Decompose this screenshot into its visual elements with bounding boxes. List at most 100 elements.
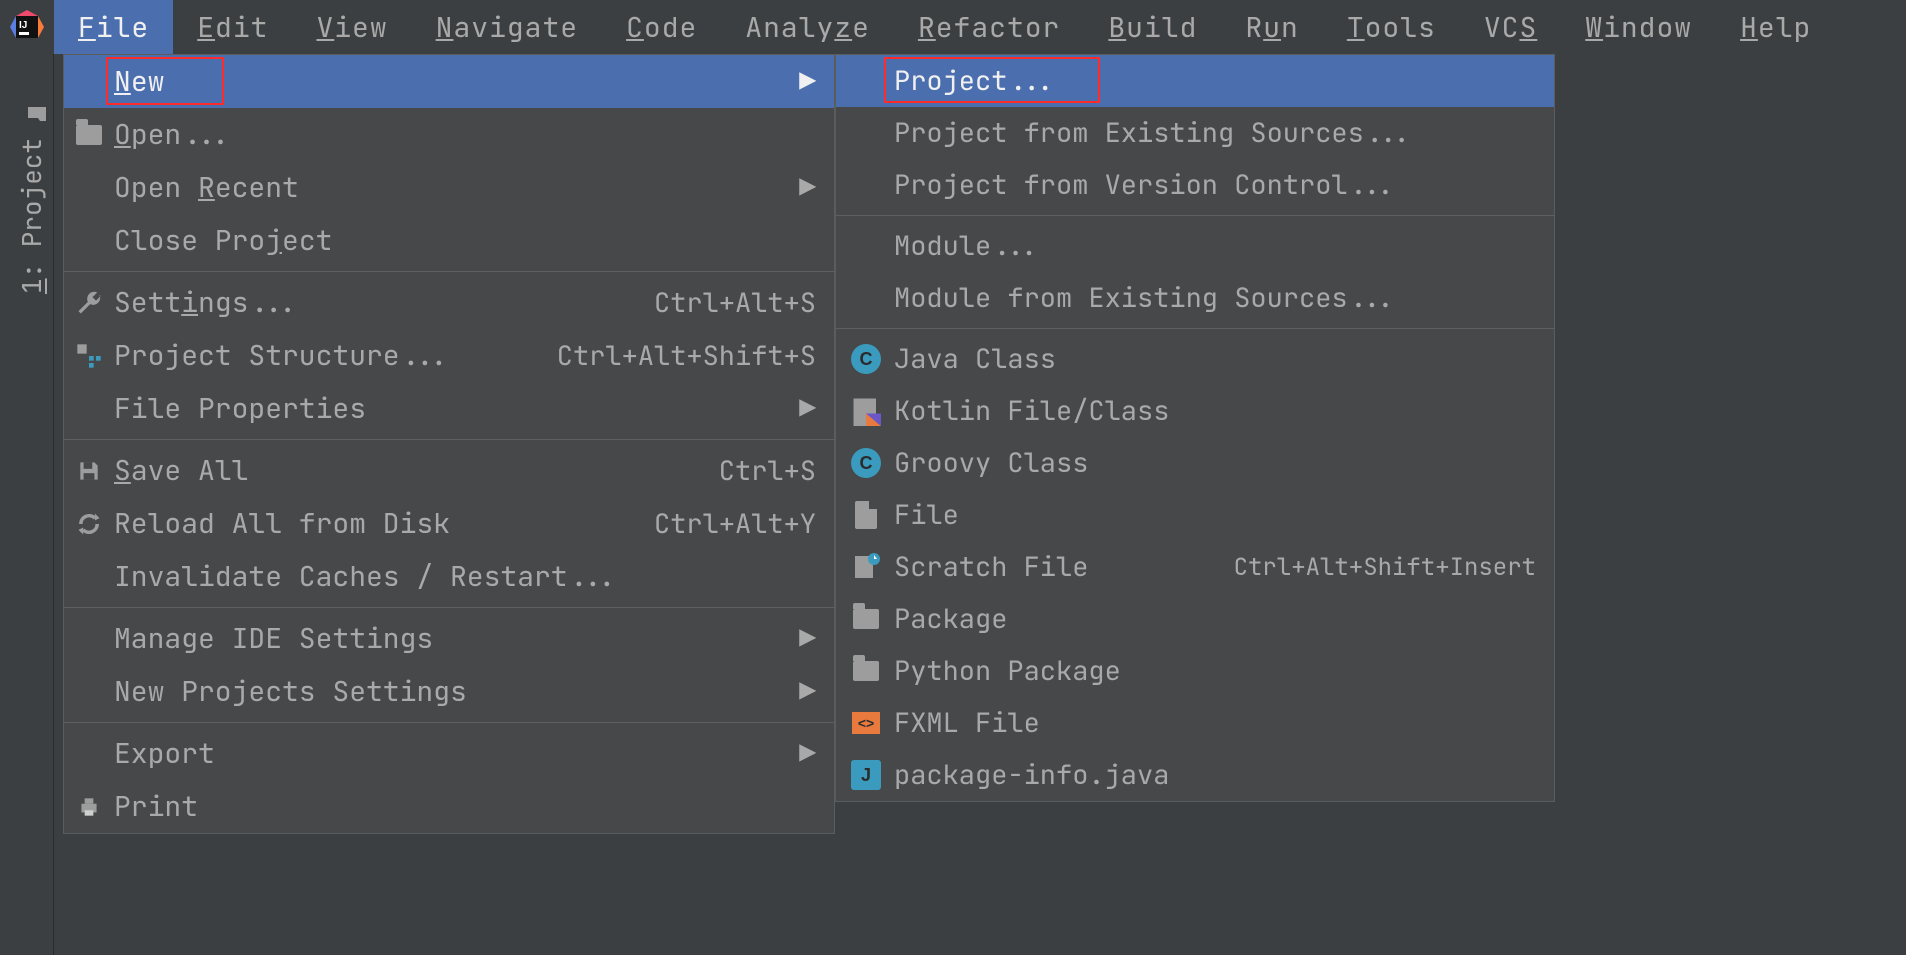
blank-icon (850, 282, 882, 314)
new-menu-item-module[interactable]: Module... (836, 220, 1554, 272)
file-menu-item-file-properties[interactable]: File Properties▶ (64, 382, 834, 435)
new-menu-item-project-from-existing-sources[interactable]: Project from Existing Sources... (836, 107, 1554, 159)
new-menu-item-project-from-version-control[interactable]: Project from Version Control... (836, 159, 1554, 211)
fxml-icon: <> (850, 707, 882, 739)
menubar-item-view[interactable]: View (292, 0, 411, 54)
file-menu-item-open[interactable]: Open... (64, 108, 834, 161)
menubar-item-run[interactable]: Run (1221, 0, 1322, 54)
new-menu-item-module-from-existing-sources[interactable]: Module from Existing Sources... (836, 272, 1554, 324)
blank-icon (74, 562, 104, 592)
folder-icon (850, 603, 882, 635)
project-tool-window-tab[interactable]: 1: Project (0, 94, 63, 304)
menu-separator (836, 215, 1554, 216)
menubar-item-vcs[interactable]: VCS (1460, 0, 1561, 54)
menu-item-label: Save All (114, 452, 248, 489)
new-menu-item-python-package[interactable]: Python Package (836, 645, 1554, 697)
new-submenu-popup: Project... Project from Existing Sources.… (835, 54, 1555, 802)
menu-item-label: New (114, 63, 164, 100)
menu-item-label: Scratch File (894, 549, 1088, 585)
shortcut-label: Ctrl+Alt+Y (654, 506, 816, 542)
menu-item-label: Invalidate Caches / Restart... (114, 558, 618, 595)
menubar-item-tools[interactable]: Tools (1323, 0, 1460, 54)
menu-item-label: Project from Version Control... (894, 167, 1396, 203)
new-menu-item-java-class[interactable]: CJava Class (836, 333, 1554, 385)
menu-item-label: Kotlin File/Class (894, 393, 1169, 429)
menu-separator (64, 439, 834, 440)
menu-separator (64, 722, 834, 723)
blank-icon (850, 117, 882, 149)
file-menu-item-new-projects-settings[interactable]: New Projects Settings ▶ (64, 665, 834, 718)
file-menu-item-export[interactable]: Export ▶ (64, 727, 834, 780)
file-menu-item-save-all[interactable]: Save All Ctrl+S (64, 444, 834, 497)
scratch-icon (850, 551, 882, 583)
menubar-item-edit[interactable]: Edit (173, 0, 292, 54)
menubar-item-build[interactable]: Build (1084, 0, 1221, 54)
new-menu-item-scratch-file[interactable]: Scratch FileCtrl+Alt+Shift+Insert (836, 541, 1554, 593)
class-c-icon: C (850, 343, 882, 375)
file-menu-item-new[interactable]: New ▶ (64, 55, 834, 108)
shortcut-label: Ctrl+Alt+S (654, 285, 816, 321)
menu-item-label: FXML File (894, 705, 1040, 741)
new-menu-item-fxml-file[interactable]: <> FXML File (836, 697, 1554, 749)
file-menu-item-open-recent[interactable]: Open Recent▶ (64, 161, 834, 214)
submenu-arrow-icon: ▶ (799, 673, 816, 710)
menu-item-label: Module from Existing Sources... (894, 280, 1396, 316)
blank-icon (74, 226, 104, 256)
menu-item-label: Python Package (894, 653, 1121, 689)
menu-item-label: Settings... (114, 284, 299, 321)
new-menu-item-file[interactable]: File (836, 489, 1554, 541)
menu-item-label: Project from Existing Sources... (894, 115, 1412, 151)
menu-item-label: Project... (894, 63, 1056, 99)
menubar-item-code[interactable]: Code (602, 0, 721, 54)
doc-icon (850, 499, 882, 531)
menu-item-label: Module... (894, 228, 1040, 264)
shortcut-label: Ctrl+S (719, 453, 816, 489)
file-menu-item-print[interactable]: Print (64, 780, 834, 833)
blank-icon (74, 173, 104, 203)
kotlin-icon (850, 395, 882, 427)
submenu-arrow-icon: ▶ (799, 620, 816, 657)
new-menu-item-package[interactable]: Package (836, 593, 1554, 645)
print-icon (74, 792, 104, 822)
menu-separator (64, 271, 834, 272)
file-menu-item-close-project[interactable]: Close Project (64, 214, 834, 267)
menubar-item-refactor[interactable]: Refactor (894, 0, 1084, 54)
shortcut-label: Ctrl+Alt+Shift+S (557, 338, 816, 374)
new-menu-item-groovy-class[interactable]: CGroovy Class (836, 437, 1554, 489)
new-menu-item-package-info-java[interactable]: Jpackage-info.java (836, 749, 1554, 801)
file-menu-popup: New ▶ Open...Open Recent▶ Close Project Sett… (63, 54, 835, 834)
file-menu-item-project-structure[interactable]: Project Structure...Ctrl+Alt+Shift+S (64, 329, 834, 382)
menu-item-label: New Projects Settings (114, 673, 467, 710)
menu-item-label: Export (114, 735, 215, 772)
menubar-item-help[interactable]: Help (1716, 0, 1835, 54)
menu-item-label: Reload All from Disk (114, 505, 450, 542)
menubar-item-navigate[interactable]: Navigate (412, 0, 602, 54)
menubar-item-window[interactable]: Window (1561, 0, 1716, 54)
blank-icon (74, 677, 104, 707)
blank-icon (74, 67, 104, 97)
java-j-icon: J (850, 759, 882, 791)
intellij-logo-icon: IJ (10, 10, 44, 44)
submenu-arrow-icon: ▶ (799, 63, 816, 100)
menu-item-label: File Properties (114, 390, 366, 427)
menu-item-label: Close Project (114, 222, 332, 259)
folder-icon (74, 120, 104, 150)
menu-item-label: package-info.java (894, 757, 1169, 793)
svg-text:IJ: IJ (19, 20, 27, 31)
project-tab-label: 1: Project (14, 138, 49, 294)
submenu-arrow-icon: ▶ (799, 735, 816, 772)
blank-icon (74, 624, 104, 654)
menu-item-label: Groovy Class (894, 445, 1088, 481)
menubar-item-analyze[interactable]: Analyze (721, 0, 894, 54)
file-menu-item-invalidate-caches-restart[interactable]: Invalidate Caches / Restart... (64, 550, 834, 603)
file-menu-item-reload-all-from-disk[interactable]: Reload All from Disk Ctrl+Alt+Y (64, 497, 834, 550)
left-rail: 1: Project (0, 54, 54, 955)
new-menu-item-project[interactable]: Project... (836, 55, 1554, 107)
menu-item-label: Manage IDE Settings (114, 620, 433, 657)
save-icon (74, 456, 104, 486)
file-menu-item-settings[interactable]: Settings... Ctrl+Alt+S (64, 276, 834, 329)
file-menu-item-manage-ide-settings[interactable]: Manage IDE Settings ▶ (64, 612, 834, 665)
blank-icon (74, 739, 104, 769)
new-menu-item-kotlin-file-class[interactable]: Kotlin File/Class (836, 385, 1554, 437)
menubar-item-file[interactable]: File (54, 0, 173, 54)
